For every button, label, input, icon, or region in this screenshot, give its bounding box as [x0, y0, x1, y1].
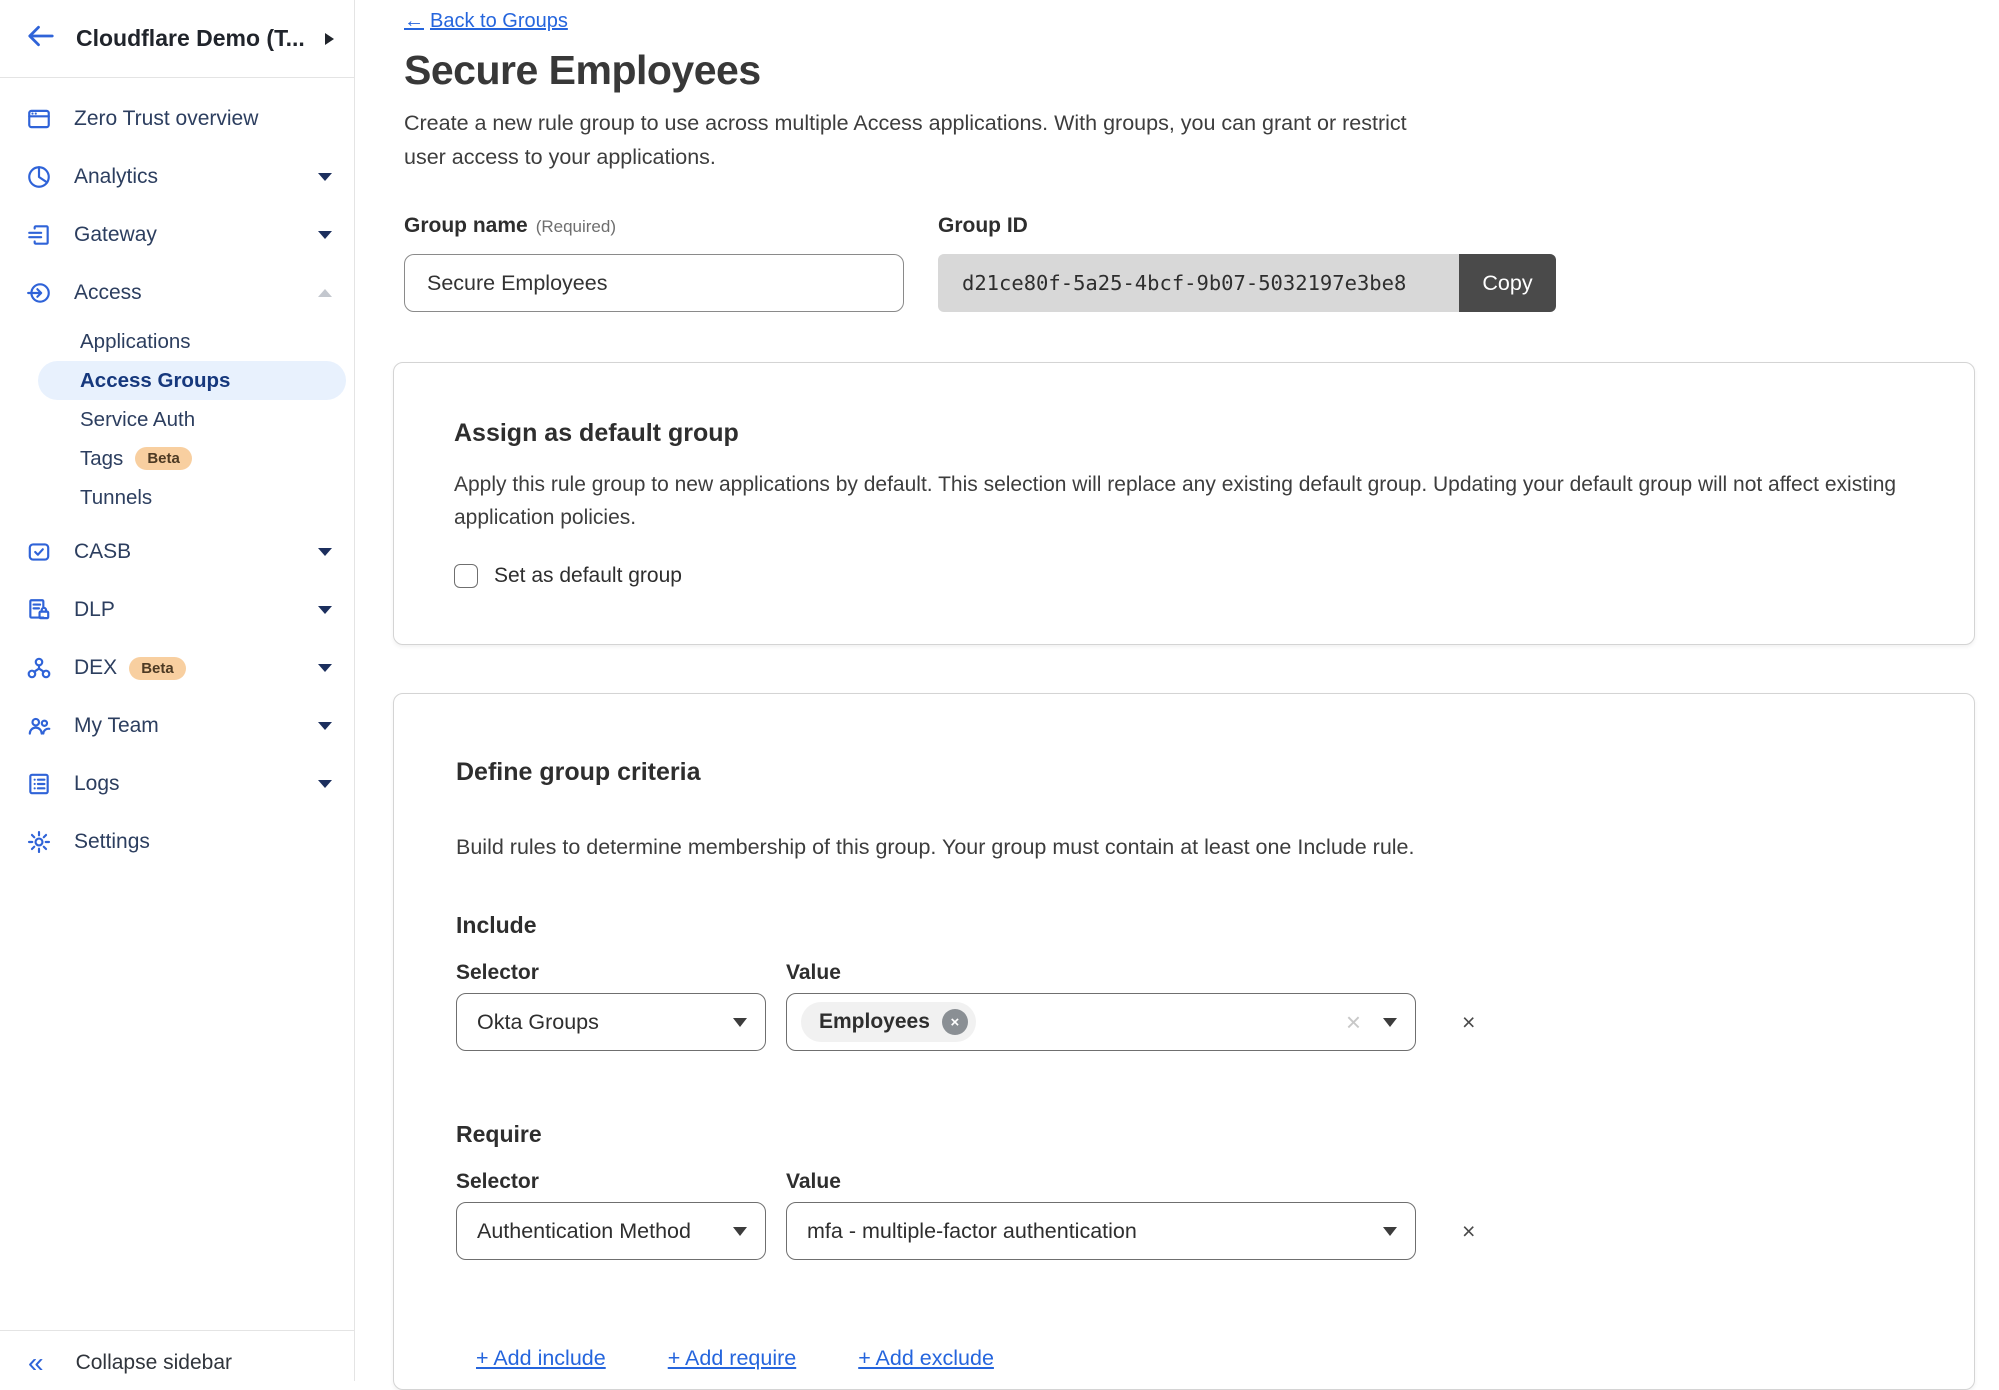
chevron-down-icon[interactable] — [318, 606, 332, 614]
chevron-down-icon — [733, 1018, 747, 1027]
add-require-link[interactable]: + Add require — [668, 1346, 797, 1371]
sidebar-item-service-auth[interactable]: Service Auth — [38, 400, 346, 439]
remove-require-rule-button[interactable]: × — [1462, 1218, 1914, 1245]
sidebar-item-applications[interactable]: Applications — [38, 322, 346, 361]
chevron-down-icon[interactable] — [318, 548, 332, 556]
beta-badge: Beta — [135, 447, 192, 470]
group-name-input[interactable] — [404, 254, 904, 312]
sidebar-item-dlp[interactable]: DLP — [0, 581, 354, 639]
main-content: ← Back to Groups Secure Employees Create… — [355, 0, 1999, 1381]
chevron-down-icon — [1383, 1227, 1397, 1236]
set-default-group-checkbox[interactable] — [454, 564, 478, 588]
page-title: Secure Employees — [404, 47, 1975, 94]
chevron-down-icon — [1383, 1018, 1397, 1027]
card-title: Define group criteria — [456, 758, 1914, 787]
card-description: Build rules to determine membership of t… — [456, 835, 1914, 860]
window-icon — [26, 106, 52, 132]
sidebar-item-access-groups[interactable]: Access Groups — [38, 361, 346, 400]
group-identity-row: Group name (Required) Group ID d21ce80f-5… — [404, 214, 1975, 312]
gear-icon — [26, 829, 52, 855]
sidebar-item-casb[interactable]: CASB — [0, 523, 354, 581]
group-id-value: d21ce80f-5a25-4bcf-9b07-5032197e3be8 — [938, 254, 1459, 312]
require-selector-dropdown[interactable]: Authentication Method — [456, 1202, 766, 1260]
sidebar-item-tags[interactable]: Tags Beta — [38, 439, 346, 478]
login-arrow-icon — [26, 280, 52, 306]
cloud-check-icon — [26, 539, 52, 565]
network-nodes-icon — [26, 655, 52, 681]
chevron-down-icon[interactable] — [318, 722, 332, 730]
users-icon — [26, 713, 52, 739]
include-rule-row: Okta Groups Employees × × × — [456, 993, 1914, 1051]
group-id-label: Group ID — [938, 214, 1556, 238]
pie-chart-icon — [26, 164, 52, 190]
sidebar-item-access[interactable]: Access — [0, 264, 354, 322]
require-rule-row: Authentication Method mfa - multiple-fac… — [456, 1202, 1914, 1260]
account-title: Cloudflare Demo (T... — [76, 25, 305, 52]
gateway-icon — [26, 222, 52, 248]
chevron-down-icon[interactable] — [318, 173, 332, 181]
require-value-dropdown[interactable]: mfa - multiple-factor authentication — [786, 1202, 1416, 1260]
double-chevron-left-icon: « — [28, 1349, 44, 1377]
value-label: Value — [786, 1170, 1416, 1194]
beta-badge: Beta — [129, 657, 186, 680]
include-value-multiselect[interactable]: Employees × × — [786, 993, 1416, 1051]
value-tag: Employees × — [801, 1002, 976, 1042]
chevron-right-icon[interactable] — [325, 33, 334, 45]
assign-default-group-card: Assign as default group Apply this rule … — [393, 362, 1975, 645]
arrow-left-icon: ← — [404, 10, 424, 33]
required-hint: (Required) — [536, 217, 616, 236]
group-name-label: Group name — [404, 214, 528, 237]
rule-actions-row: + Add include + Add require + Add exclud… — [476, 1346, 1914, 1371]
list-icon — [26, 771, 52, 797]
include-selector-dropdown[interactable]: Okta Groups — [456, 993, 766, 1051]
group-name-block: Group name (Required) — [404, 214, 904, 312]
sidebar-nav: Zero Trust overview Analytics Gateway — [0, 78, 354, 871]
group-id-block: Group ID d21ce80f-5a25-4bcf-9b07-5032197… — [938, 214, 1556, 312]
sidebar-item-settings[interactable]: Settings — [0, 813, 354, 871]
remove-include-rule-button[interactable]: × — [1462, 1009, 1914, 1036]
sidebar-item-zero-trust-overview[interactable]: Zero Trust overview — [0, 90, 354, 148]
card-title: Assign as default group — [454, 419, 1914, 448]
sidebar-item-logs[interactable]: Logs — [0, 755, 354, 813]
selector-label: Selector — [456, 961, 766, 985]
back-to-groups-link[interactable]: ← Back to Groups — [404, 10, 568, 33]
sidebar-item-tunnels[interactable]: Tunnels — [38, 478, 346, 517]
chevron-down-icon[interactable] — [318, 664, 332, 672]
selector-label: Selector — [456, 1170, 766, 1194]
clear-values-icon[interactable]: × — [1346, 1009, 1361, 1035]
add-exclude-link[interactable]: + Add exclude — [858, 1346, 994, 1371]
chevron-down-icon[interactable] — [318, 780, 332, 788]
copy-button[interactable]: Copy — [1459, 254, 1556, 312]
add-include-link[interactable]: + Add include — [476, 1346, 606, 1371]
sidebar-item-dex[interactable]: DEX Beta — [0, 639, 354, 697]
define-group-criteria-card: Define group criteria Build rules to det… — [393, 693, 1975, 1390]
sidebar-header: Cloudflare Demo (T... — [0, 0, 354, 78]
sidebar-item-my-team[interactable]: My Team — [0, 697, 354, 755]
require-heading: Require — [456, 1121, 1914, 1148]
set-default-group-row[interactable]: Set as default group — [454, 564, 1914, 588]
chevron-down-icon[interactable] — [318, 231, 332, 239]
chevron-up-icon[interactable] — [318, 289, 332, 297]
sidebar: Cloudflare Demo (T... Zero Trust overvie… — [0, 0, 355, 1381]
include-heading: Include — [456, 912, 1914, 939]
document-lock-icon — [26, 597, 52, 623]
card-description: Apply this rule group to new application… — [454, 468, 1904, 534]
sidebar-item-gateway[interactable]: Gateway — [0, 206, 354, 264]
back-arrow-icon[interactable] — [26, 21, 56, 56]
remove-tag-icon[interactable]: × — [942, 1009, 968, 1035]
chevron-down-icon — [733, 1227, 747, 1236]
collapse-sidebar-button[interactable]: « Collapse sidebar — [0, 1330, 354, 1381]
page-description: Create a new rule group to use across mu… — [404, 106, 1414, 174]
sidebar-item-analytics[interactable]: Analytics — [0, 148, 354, 206]
checkbox-label: Set as default group — [494, 564, 682, 588]
value-label: Value — [786, 961, 1416, 985]
